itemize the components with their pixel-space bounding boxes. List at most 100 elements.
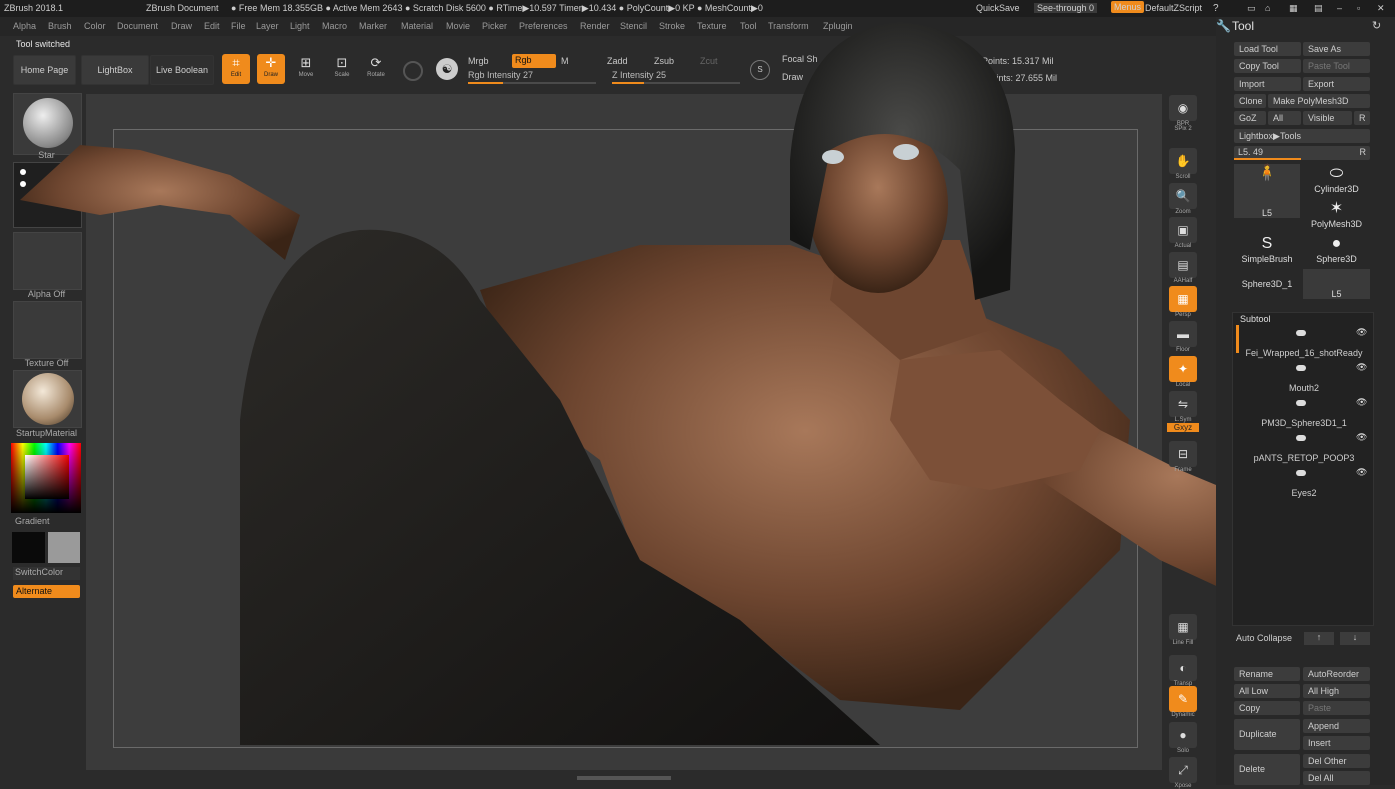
transp-icon: ◐ <box>1169 655 1197 681</box>
goz-button[interactable]: GoZ <box>1234 111 1266 125</box>
eye-icon[interactable]: 👁 <box>1356 327 1367 338</box>
tool-thumb-l5[interactable]: L5 <box>1303 269 1370 299</box>
shelf-dynamic[interactable]: ✎ Dynamic <box>1167 686 1199 718</box>
lightbox-tools-button[interactable]: Lightbox▶Tools <box>1234 129 1370 143</box>
subtool-panel <box>1232 312 1374 626</box>
shelf-label: Gxyz <box>1167 423 1199 432</box>
shelf-label: Xpose <box>1174 783 1192 789</box>
copy-tool-button[interactable]: Copy Tool <box>1234 59 1301 73</box>
subtool-visibility-toggle[interactable] <box>1296 330 1306 336</box>
xpose-icon: ⤢ <box>1169 757 1197 783</box>
shelf-label: Persp <box>1175 312 1191 318</box>
shelf-label: Scroll <box>1175 174 1191 180</box>
move-up-icon[interactable]: ↑ <box>1304 632 1334 645</box>
subtool-item[interactable]: PM3D_Sphere3D1_1 <box>1234 418 1374 428</box>
eye-icon[interactable]: 👁 <box>1356 397 1367 408</box>
shelf-l-sym[interactable]: ⇋ L.Sym <box>1167 391 1199 423</box>
shelf-frame[interactable]: ⊟ Frame <box>1167 441 1199 473</box>
shelf-bpr[interactable]: ◉ BPR <box>1167 95 1199 127</box>
all-button[interactable]: All <box>1268 111 1301 125</box>
clone-button[interactable]: Clone <box>1234 94 1266 108</box>
shelf-transp[interactable]: ◐ Transp <box>1167 655 1199 687</box>
shelf-label: Zoom <box>1175 209 1191 215</box>
shelf-label: Dynamic <box>1171 712 1195 718</box>
eye-icon[interactable]: 👁 <box>1356 467 1367 478</box>
actual-icon: ▣ <box>1169 217 1197 243</box>
import-button[interactable]: Import <box>1234 77 1301 91</box>
subtool-visibility-toggle[interactable] <box>1296 470 1306 476</box>
all-low-button[interactable]: All Low <box>1234 684 1300 698</box>
shelf-scroll[interactable]: ✋ Scroll <box>1167 148 1199 180</box>
tool-icon: 🔧 <box>1216 19 1231 33</box>
paste-button[interactable]: Paste <box>1303 701 1370 715</box>
current-tool-slider[interactable]: L5. 49 R <box>1234 146 1370 160</box>
tool-thumb-sphere3d[interactable]: ● Sphere3D <box>1303 234 1370 264</box>
zoom-icon: 🔍 <box>1169 183 1197 209</box>
subtool-item[interactable]: pANTS_RETOP_POOP3 <box>1234 453 1374 463</box>
save-as-button[interactable]: Save As <box>1303 42 1370 56</box>
eye-icon[interactable]: 👁 <box>1356 432 1367 443</box>
shelf-gxyz[interactable]: Gxyz <box>1167 423 1199 432</box>
paste-tool-button[interactable]: Paste Tool <box>1303 59 1370 73</box>
export-button[interactable]: Export <box>1303 77 1370 91</box>
delete-button[interactable]: Delete <box>1234 754 1300 785</box>
shelf-label: Floor <box>1176 347 1190 353</box>
shelf-zoom[interactable]: 🔍 Zoom <box>1167 183 1199 215</box>
shelf-line-fill[interactable]: ▦ Line Fill <box>1167 614 1199 646</box>
shelf-floor[interactable]: ▬ Floor <box>1167 321 1199 353</box>
tool-thumb-simplebrush[interactable]: S SimpleBrush <box>1234 234 1300 264</box>
l-sym-icon: ⇋ <box>1169 391 1197 417</box>
rename-button[interactable]: Rename <box>1234 667 1300 681</box>
aahalf-icon: ▤ <box>1169 252 1197 278</box>
dynamic-icon: ✎ <box>1169 686 1197 712</box>
eye-icon[interactable]: 👁 <box>1356 362 1367 373</box>
tool-thumb-polymesh3d[interactable]: ✶ PolyMesh3D <box>1303 199 1370 229</box>
insert-button[interactable]: Insert <box>1303 736 1370 750</box>
shelf-spix-2[interactable]: SPix 2 <box>1167 126 1199 132</box>
duplicate-button[interactable]: Duplicate <box>1234 719 1300 750</box>
shelf-label: Frame <box>1174 467 1192 473</box>
subtool-visibility-toggle[interactable] <box>1296 365 1306 371</box>
del-other-button[interactable]: Del Other <box>1303 754 1370 768</box>
solo-icon: ● <box>1169 722 1197 748</box>
tool-thumb-label: Sphere3D_1 <box>1241 279 1293 289</box>
copy-button[interactable]: Copy <box>1234 701 1300 715</box>
subtool-title: Subtool <box>1240 314 1271 324</box>
tool-thumb-sphere3d_1[interactable]: Sphere3D_1 <box>1234 269 1300 299</box>
shelf-aahalf[interactable]: ▤ AAHalf <box>1167 252 1199 284</box>
shelf-label: SPix 2 <box>1174 126 1192 132</box>
load-tool-button[interactable]: Load Tool <box>1234 42 1301 56</box>
subtool-visibility-toggle[interactable] <box>1296 435 1306 441</box>
subtool-item[interactable]: Mouth2 <box>1234 383 1374 393</box>
tool-thumb-l5[interactable]: 🧍 L5 <box>1234 164 1300 218</box>
tool-thumb-label: L5 <box>1261 208 1272 218</box>
del-all-button[interactable]: Del All <box>1303 771 1370 785</box>
shelf-label: AAHalf <box>1173 278 1193 284</box>
shelf-persp[interactable]: ▦ Persp <box>1167 286 1199 318</box>
tool-thumb-icon: ⬭ <box>1329 165 1344 182</box>
all-high-button[interactable]: All High <box>1303 684 1370 698</box>
line-fill-icon: ▦ <box>1169 614 1197 640</box>
persp-icon: ▦ <box>1169 286 1197 312</box>
eye <box>822 150 844 164</box>
shelf-solo[interactable]: ● Solo <box>1167 722 1199 754</box>
left-arm <box>20 145 300 260</box>
floor-icon: ▬ <box>1169 321 1197 347</box>
r-button[interactable]: R <box>1354 111 1370 125</box>
subtool-item[interactable]: Eyes2 <box>1234 488 1374 498</box>
frame-icon: ⊟ <box>1169 441 1197 467</box>
palette-dock-icon[interactable]: ↻ <box>1372 19 1381 32</box>
scroll-icon: ✋ <box>1169 148 1197 174</box>
shelf-local[interactable]: ✦ Local <box>1167 356 1199 388</box>
autoreorder-button[interactable]: AutoReorder <box>1303 667 1370 681</box>
make-polymesh3d-button[interactable]: Make PolyMesh3D <box>1268 94 1370 108</box>
visible-button[interactable]: Visible <box>1303 111 1352 125</box>
shelf-xpose[interactable]: ⤢ Xpose <box>1167 757 1199 789</box>
append-button[interactable]: Append <box>1303 719 1370 733</box>
subtool-item[interactable]: Fei_Wrapped_16_shotReady <box>1234 348 1374 358</box>
bottom-scroll-handle[interactable] <box>577 776 671 780</box>
shelf-actual[interactable]: ▣ Actual <box>1167 217 1199 249</box>
move-down-icon[interactable]: ↓ <box>1340 632 1370 645</box>
subtool-visibility-toggle[interactable] <box>1296 400 1306 406</box>
shelf-label: Actual <box>1174 243 1192 249</box>
